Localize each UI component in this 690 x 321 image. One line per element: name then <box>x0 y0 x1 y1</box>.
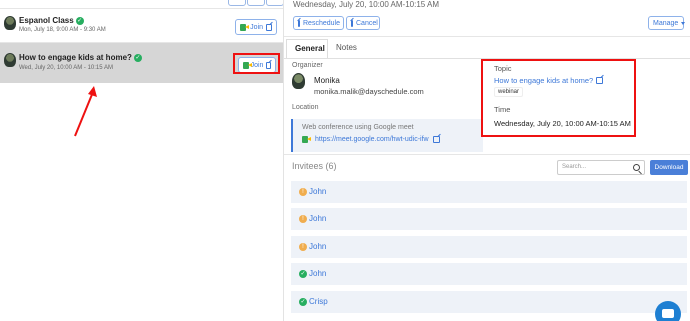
prev-button[interactable] <box>228 0 246 6</box>
organizer-name: Monika <box>314 76 340 85</box>
next-button[interactable] <box>266 0 284 6</box>
check-circle-icon: ✓ <box>299 270 307 278</box>
event-title: Espanol Class ✓ <box>19 16 84 25</box>
invitee-row[interactable]: ✓ John <box>291 263 687 285</box>
pending-status-icon: ! <box>299 243 307 251</box>
invitee-name[interactable]: John <box>309 214 326 223</box>
organizer-email: monika.malik@dayschedule.com <box>314 87 424 96</box>
search-input[interactable]: Search... <box>557 160 645 175</box>
invitee-row[interactable]: ! John <box>291 208 687 230</box>
cancel-button[interactable]: Cancel <box>346 16 380 30</box>
organizer-label: Organizer <box>292 62 323 69</box>
check-circle-icon: ✓ <box>133 54 142 62</box>
app-root: ⌃ Espanol Class ✓ Mon, July 18, 9:00 AM -… <box>0 0 690 321</box>
reschedule-button[interactable]: Reschedule <box>293 16 344 30</box>
calendar-view-button[interactable] <box>247 0 265 6</box>
topic-title: How to engage kids at home? <box>494 76 594 85</box>
join-button[interactable]: Join <box>235 19 277 35</box>
invitee-name[interactable]: John <box>309 242 326 251</box>
highlight-box-join <box>233 53 280 74</box>
external-link-icon <box>432 136 440 143</box>
meeting-link[interactable]: https://meet.google.com/hwt-udic-ifw <box>302 136 440 143</box>
chevron-up-icon[interactable]: ⌃ <box>2 0 10 7</box>
event-item[interactable]: Espanol Class ✓ Mon, July 18, 9:00 AM - 9… <box>0 9 283 42</box>
time-label: Time <box>494 105 511 114</box>
tab-general[interactable]: General <box>286 39 328 58</box>
invitees-section: Invitees (6) Search... Download ! John !… <box>284 156 690 321</box>
tab-bar: General Notes <box>284 39 690 58</box>
divider <box>284 36 690 37</box>
tab-notes[interactable]: Notes <box>328 39 365 58</box>
external-link-icon <box>266 23 272 31</box>
check-circle-icon: ✓ <box>299 298 307 306</box>
invitees-title: Invitees (6) <box>292 161 337 171</box>
event-title-text: How to engage kids at home? <box>19 53 132 62</box>
list-toolbar: ⌃ <box>0 0 284 8</box>
search-placeholder: Search... <box>562 164 587 170</box>
cancel-label: Cancel <box>356 19 378 27</box>
location-card: Web conference using Google meet https:/… <box>291 119 483 152</box>
annotation-arrow <box>74 86 97 137</box>
cancel-icon <box>351 19 353 27</box>
google-meet-icon <box>302 136 311 143</box>
external-link-icon <box>596 77 604 84</box>
event-time: Mon, July 18, 9:00 AM - 9:30 AM <box>19 27 106 33</box>
invitee-row[interactable]: ! John <box>291 236 687 258</box>
pending-status-icon: ! <box>299 188 307 196</box>
invitee-row[interactable]: ✓ Crisp <box>291 291 687 313</box>
manage-label: Manage <box>653 19 679 27</box>
divider <box>284 154 690 155</box>
join-label: Join <box>250 23 264 31</box>
meeting-link-text: https://meet.google.com/hwt-udic-ifw <box>315 136 429 143</box>
invitee-name[interactable]: John <box>309 269 326 278</box>
edit-icon <box>298 19 300 27</box>
location-title: Web conference using Google meet <box>302 124 414 131</box>
invitee-name[interactable]: Crisp <box>309 297 328 306</box>
general-details: Organizer Monika monika.malik@dayschedul… <box>284 59 484 154</box>
avatar <box>4 53 16 67</box>
event-title-text: Espanol Class <box>19 16 74 25</box>
avatar <box>292 73 305 89</box>
time-value: Wednesday, July 20, 10:00 AM-10:15 AM <box>494 119 631 128</box>
event-time: Wed, July 20, 10:00 AM - 10:15 AM <box>19 65 113 71</box>
manage-dropdown[interactable]: Manage <box>648 16 686 30</box>
topic-tag: webinar <box>494 87 524 97</box>
topic-label: Topic <box>494 64 512 73</box>
avatar <box>4 16 16 30</box>
check-circle-icon: ✓ <box>75 17 84 25</box>
topic-link[interactable]: How to engage kids at home? <box>494 76 604 85</box>
invitee-row[interactable]: ! John <box>291 181 687 203</box>
invitee-name[interactable]: John <box>309 187 326 196</box>
event-datetime: Wednesday, July 20, 10:00 AM-10:15 AM <box>293 0 440 9</box>
pending-status-icon: ! <box>299 215 307 223</box>
location-label: Location <box>292 104 319 111</box>
download-button[interactable]: Download <box>650 160 688 175</box>
search-icon[interactable] <box>633 164 640 171</box>
chat-widget-icon[interactable] <box>655 301 681 321</box>
topic-highlight-box: Topic How to engage kids at home? webina… <box>481 59 636 137</box>
google-meet-icon <box>240 23 250 31</box>
reschedule-label: Reschedule <box>303 19 340 27</box>
event-list-panel: ⌃ Espanol Class ✓ Mon, July 18, 9:00 AM -… <box>0 0 284 321</box>
event-title: How to engage kids at home? ✓ <box>19 53 142 62</box>
caret-down-icon <box>681 21 686 25</box>
event-detail-panel: Wednesday, July 20, 10:00 AM-10:15 AM Re… <box>284 0 690 321</box>
